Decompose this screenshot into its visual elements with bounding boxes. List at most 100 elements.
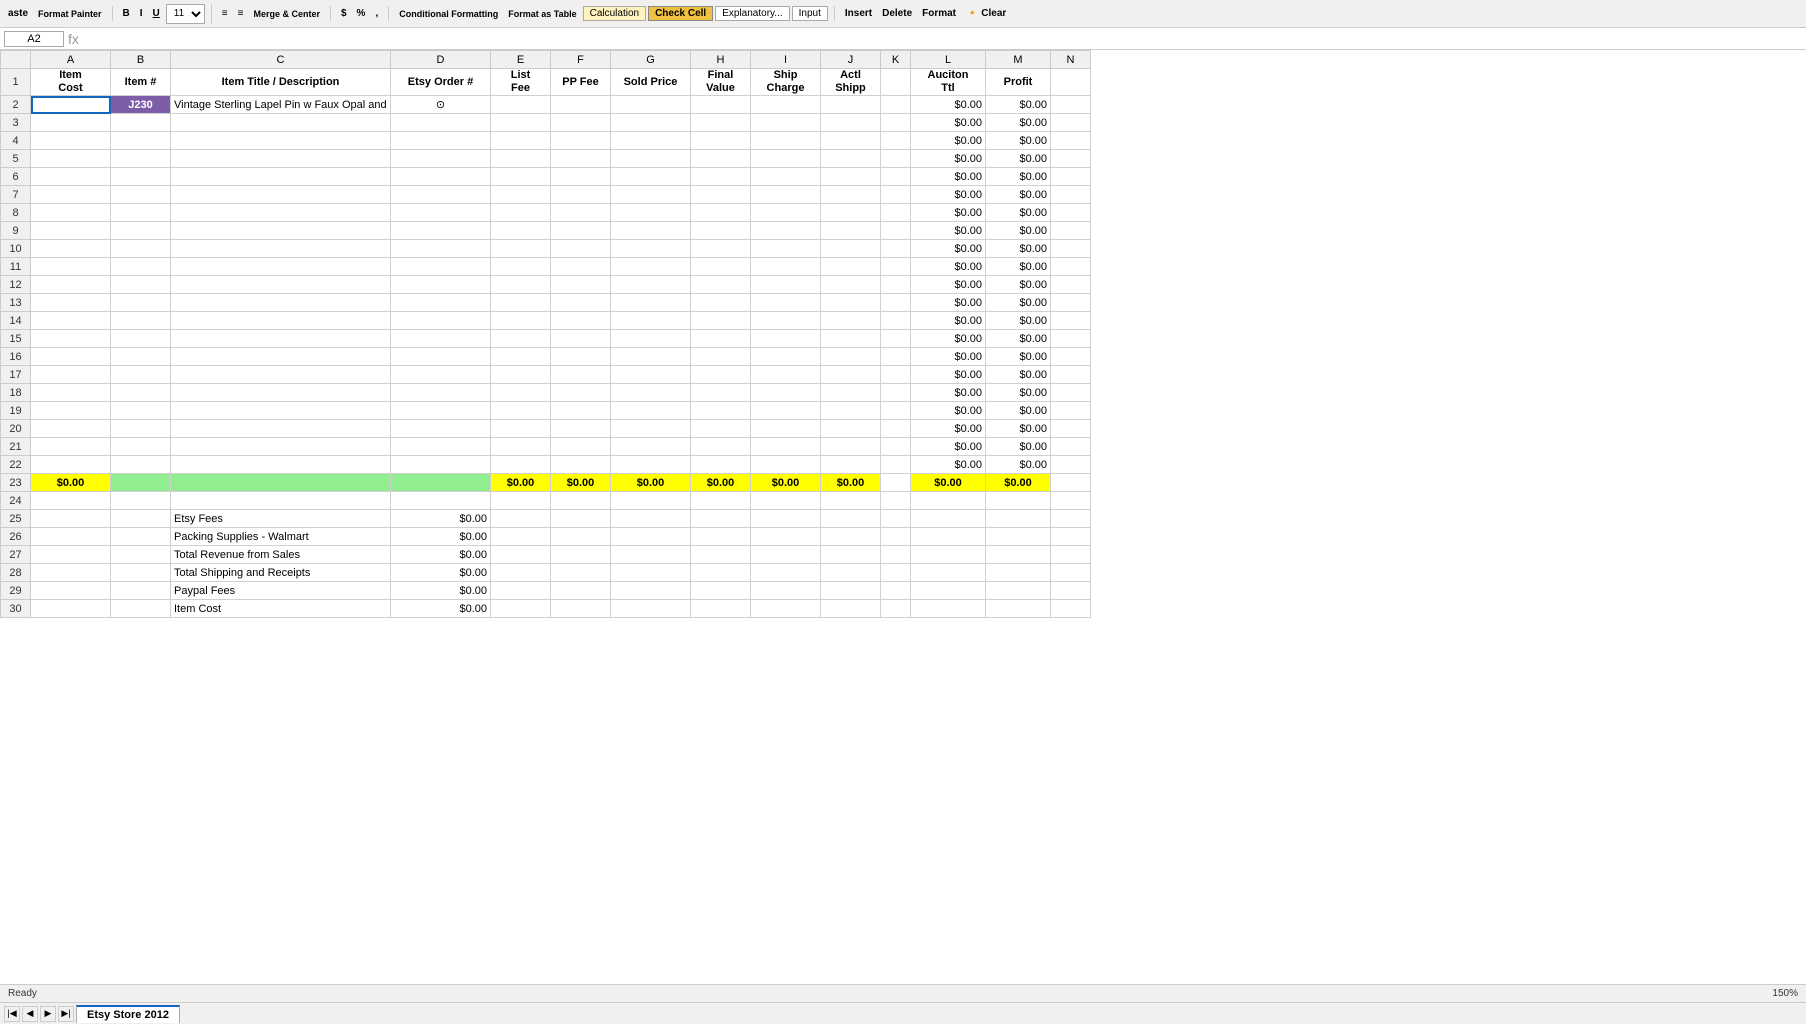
cell-F8[interactable] (551, 204, 611, 222)
cell-24-5[interactable] (551, 492, 611, 510)
col-header-B[interactable]: B (111, 51, 171, 69)
cell-E10[interactable] (491, 240, 551, 258)
cell-E20[interactable] (491, 420, 551, 438)
cell-K15[interactable] (881, 330, 911, 348)
cell-I11[interactable] (751, 258, 821, 276)
cell-K16[interactable] (881, 348, 911, 366)
cell-N8[interactable] (1051, 204, 1091, 222)
total-cell-A[interactable]: $0.00 (31, 474, 111, 492)
cell-I3[interactable] (751, 114, 821, 132)
cell-F17[interactable] (551, 366, 611, 384)
cell-G17[interactable] (611, 366, 691, 384)
percent-button[interactable]: % (353, 6, 370, 21)
cell-L6[interactable]: $0.00 (911, 168, 986, 186)
cell-C13[interactable] (171, 294, 391, 312)
cell-E14[interactable] (491, 312, 551, 330)
cell-B15[interactable] (111, 330, 171, 348)
cell-J11[interactable] (821, 258, 881, 276)
cell-K17[interactable] (881, 366, 911, 384)
cell-H19[interactable] (691, 402, 751, 420)
cell-L16[interactable]: $0.00 (911, 348, 986, 366)
cell-24-8[interactable] (751, 492, 821, 510)
cell-N13[interactable] (1051, 294, 1091, 312)
cell-F4[interactable] (551, 132, 611, 150)
cell-A2[interactable] (31, 96, 111, 114)
cell-C18[interactable] (171, 384, 391, 402)
cell-C19[interactable] (171, 402, 391, 420)
format-painter-button[interactable]: Format Painter (34, 7, 106, 21)
cell-J4[interactable] (821, 132, 881, 150)
tab-nav-last[interactable]: ▶| (58, 1006, 74, 1022)
cell-K3[interactable] (881, 114, 911, 132)
tab-nav-next[interactable]: ▶ (40, 1006, 56, 1022)
cell-M4[interactable]: $0.00 (986, 132, 1051, 150)
cell-C20[interactable] (171, 420, 391, 438)
cell-24-4[interactable] (491, 492, 551, 510)
cell-A13[interactable] (31, 294, 111, 312)
cell-D22[interactable] (391, 456, 491, 474)
cell-B17[interactable] (111, 366, 171, 384)
cell-H2[interactable] (691, 96, 751, 114)
cell-H12[interactable] (691, 276, 751, 294)
cell-F11[interactable] (551, 258, 611, 276)
cell-A8[interactable] (31, 204, 111, 222)
cell-N14[interactable] (1051, 312, 1091, 330)
cell-L18[interactable]: $0.00 (911, 384, 986, 402)
cell-24-9[interactable] (821, 492, 881, 510)
paste-button[interactable]: aste (4, 6, 32, 21)
cell-B7[interactable] (111, 186, 171, 204)
merge-center-button[interactable]: Merge & Center (249, 7, 324, 21)
col-header-A[interactable]: A (31, 51, 111, 69)
header-final-value[interactable]: FinalValue (691, 69, 751, 96)
cell-I20[interactable] (751, 420, 821, 438)
cell-A3[interactable] (31, 114, 111, 132)
total-cell-B[interactable] (111, 474, 171, 492)
cell-H4[interactable] (691, 132, 751, 150)
cell-B11[interactable] (111, 258, 171, 276)
cell-I16[interactable] (751, 348, 821, 366)
cell-A16[interactable] (31, 348, 111, 366)
cell-M14[interactable]: $0.00 (986, 312, 1051, 330)
cond-format-button[interactable]: Conditional Formatting (395, 7, 502, 21)
cell-M20[interactable]: $0.00 (986, 420, 1051, 438)
cell-A6[interactable] (31, 168, 111, 186)
cell-H11[interactable] (691, 258, 751, 276)
cell-C5[interactable] (171, 150, 391, 168)
cell-E16[interactable] (491, 348, 551, 366)
cell-C21[interactable] (171, 438, 391, 456)
cell-I7[interactable] (751, 186, 821, 204)
cell-F15[interactable] (551, 330, 611, 348)
cell-N5[interactable] (1051, 150, 1091, 168)
cell-K18[interactable] (881, 384, 911, 402)
cell-H16[interactable] (691, 348, 751, 366)
cell-24-13[interactable] (1051, 492, 1091, 510)
total-cell-L[interactable]: $0.00 (911, 474, 986, 492)
cell-G14[interactable] (611, 312, 691, 330)
cell-E17[interactable] (491, 366, 551, 384)
col-header-E[interactable]: E (491, 51, 551, 69)
cell-H8[interactable] (691, 204, 751, 222)
cell-J21[interactable] (821, 438, 881, 456)
cell-C6[interactable] (171, 168, 391, 186)
cell-J12[interactable] (821, 276, 881, 294)
cell-D18[interactable] (391, 384, 491, 402)
cell-M21[interactable]: $0.00 (986, 438, 1051, 456)
cell-J18[interactable] (821, 384, 881, 402)
cell-C12[interactable] (171, 276, 391, 294)
cell-C8[interactable] (171, 204, 391, 222)
cell-C11[interactable] (171, 258, 391, 276)
cell-G10[interactable] (611, 240, 691, 258)
cell-L5[interactable]: $0.00 (911, 150, 986, 168)
cell-B16[interactable] (111, 348, 171, 366)
cell-N11[interactable] (1051, 258, 1091, 276)
cell-G9[interactable] (611, 222, 691, 240)
cell-A12[interactable] (31, 276, 111, 294)
cell-24-7[interactable] (691, 492, 751, 510)
header-auction-ttl[interactable]: AucitonTtl (911, 69, 986, 96)
cell-E4[interactable] (491, 132, 551, 150)
cell-N19[interactable] (1051, 402, 1091, 420)
cell-F13[interactable] (551, 294, 611, 312)
cell-F20[interactable] (551, 420, 611, 438)
cell-L3[interactable]: $0.00 (911, 114, 986, 132)
cell-D2[interactable]: ⊙ (391, 96, 491, 114)
